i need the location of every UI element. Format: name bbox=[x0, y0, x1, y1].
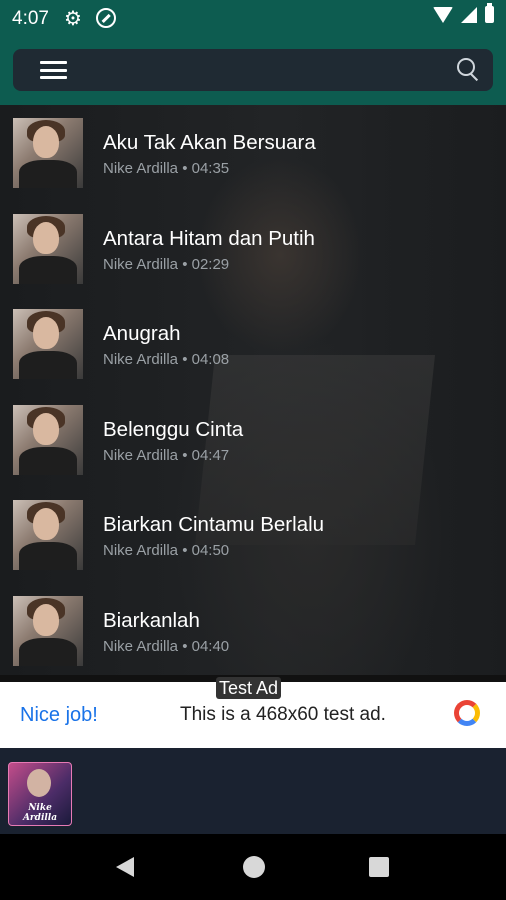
song-thumbnail bbox=[13, 404, 83, 475]
home-icon[interactable] bbox=[243, 856, 265, 878]
back-icon[interactable] bbox=[116, 857, 134, 877]
status-bar: 4:07 ⚙ bbox=[0, 0, 506, 36]
song-meta: Nike Ardilla • 04:35 bbox=[103, 160, 230, 177]
song-title: Antara Hitam dan Putih bbox=[103, 226, 315, 250]
song-title: Biarkan Cintamu Berlalu bbox=[103, 513, 325, 537]
song-item[interactable]: Biarkanlah Nike Ardilla • 04:40 bbox=[0, 583, 506, 675]
song-item[interactable]: Aku Tak Akan Bersuara Nike Ardilla • 04:… bbox=[0, 105, 506, 201]
status-icons bbox=[433, 3, 494, 23]
song-title: Belenggu Cinta bbox=[103, 417, 244, 441]
app-header bbox=[0, 36, 506, 105]
song-thumbnail bbox=[13, 595, 83, 666]
song-list-area: Aku Tak Akan Bersuara Nike Ardilla • 04:… bbox=[0, 105, 506, 675]
recent-apps-icon[interactable] bbox=[369, 857, 389, 877]
song-meta: Nike Ardilla • 02:29 bbox=[103, 255, 230, 273]
song-title: Aku Tak Akan Bersuara bbox=[103, 131, 316, 154]
song-thumbnail bbox=[13, 213, 83, 284]
song-title: Biarkanlah bbox=[103, 608, 200, 632]
song-item[interactable]: Antara Hitam dan Putih Nike Ardilla • 02… bbox=[0, 201, 506, 297]
battery-icon bbox=[485, 3, 494, 23]
song-meta: Nike Ardilla • 04:47 bbox=[103, 446, 230, 464]
gear-icon: ⚙ bbox=[64, 8, 82, 30]
navigation-bar bbox=[0, 834, 506, 900]
status-time: 4:07 bbox=[12, 8, 49, 29]
ad-text: This is a 468x60 test ad. bbox=[180, 704, 386, 725]
signal-icon bbox=[461, 6, 477, 23]
ad-cta[interactable]: Nice job! bbox=[20, 704, 98, 727]
song-title: Anugrah bbox=[103, 322, 181, 346]
search-bar[interactable] bbox=[13, 49, 493, 91]
album-art[interactable]: Nike Ardilla bbox=[8, 762, 72, 826]
song-item[interactable]: Anugrah Nike Ardilla • 04:08 bbox=[0, 296, 506, 392]
album-art-text: Nike Ardilla bbox=[22, 803, 58, 823]
sync-icon bbox=[96, 8, 116, 28]
menu-icon[interactable] bbox=[40, 61, 67, 79]
song-meta: Nike Ardilla • 04:40 bbox=[103, 637, 230, 655]
wifi-icon bbox=[433, 6, 453, 23]
song-meta: Nike Ardilla • 04:50 bbox=[103, 542, 230, 560]
song-item[interactable]: Belenggu Cinta Nike Ardilla • 04:47 bbox=[0, 392, 506, 488]
ad-logo-icon bbox=[454, 700, 480, 726]
search-icon[interactable] bbox=[457, 58, 479, 82]
ad-label: Test Ad bbox=[216, 677, 282, 699]
song-thumbnail bbox=[13, 309, 83, 380]
song-thumbnail bbox=[13, 500, 83, 571]
song-item[interactable]: Biarkan Cintamu Berlalu Nike Ardilla • 0… bbox=[0, 487, 506, 583]
song-list: Aku Tak Akan Bersuara Nike Ardilla • 04:… bbox=[0, 105, 506, 675]
song-thumbnail bbox=[13, 118, 83, 188]
player-bar: Nike Ardilla bbox=[0, 748, 506, 834]
song-meta: Nike Ardilla • 04:08 bbox=[103, 351, 230, 369]
